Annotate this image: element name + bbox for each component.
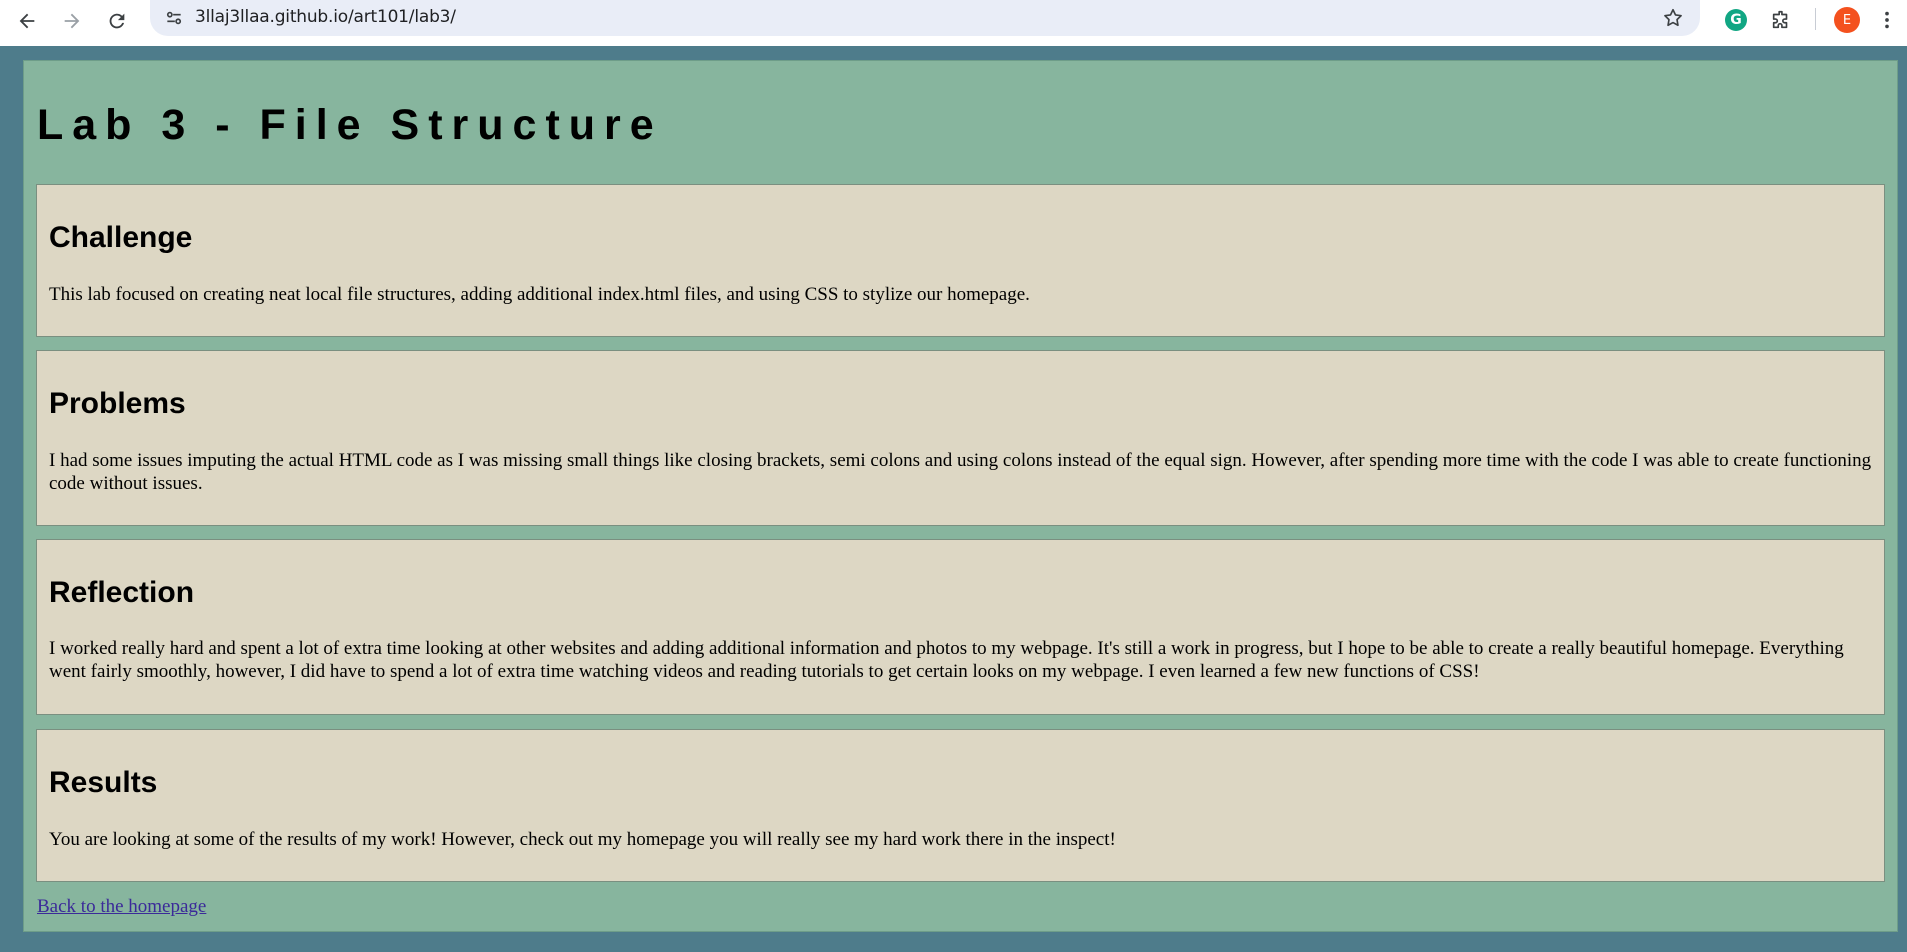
bookmark-star-icon[interactable] (1660, 5, 1686, 31)
browser-menu-button[interactable] (1875, 5, 1899, 35)
kebab-menu-icon (1885, 11, 1889, 29)
site-info-icon[interactable] (162, 6, 186, 30)
avatar: E (1834, 7, 1860, 33)
section-heading: Problems (49, 387, 186, 420)
address-bar[interactable]: 3llaj3llaa.github.io/art101/lab3/ (150, 0, 1700, 36)
reload-icon (109, 13, 125, 29)
main-container: Lab 3 - File Structure Challenge This la… (23, 60, 1898, 932)
section-text: You are looking at some of the results o… (49, 829, 1116, 850)
page-viewport: Lab 3 - File Structure Challenge This la… (0, 46, 1907, 952)
url-text[interactable]: 3llaj3llaa.github.io/art101/lab3/ (195, 7, 456, 27)
back-button[interactable] (10, 4, 44, 38)
section-heading: Reflection (49, 576, 195, 609)
forward-button[interactable] (55, 4, 89, 38)
section-text: I had some issues imputing the actual HT… (49, 450, 1872, 494)
section-problems: Problems I had some issues imputing the … (36, 350, 1885, 526)
toolbar-divider (1815, 8, 1816, 30)
puzzle-icon (1772, 10, 1788, 29)
page-title: Lab 3 - File Structure (37, 101, 663, 149)
profile-button[interactable]: E (1832, 5, 1862, 35)
extensions-button[interactable] (1766, 5, 1796, 35)
grammarly-extension-button[interactable]: G (1721, 5, 1751, 35)
section-text: I worked really hard and spent a lot of … (49, 638, 1844, 682)
reload-button[interactable] (100, 4, 134, 38)
section-text: This lab focused on creating neat local … (49, 284, 1030, 305)
section-challenge: Challenge This lab focused on creating n… (36, 184, 1885, 337)
grammarly-icon: G (1725, 9, 1747, 31)
arrow-left-icon (19, 13, 35, 29)
section-heading: Challenge (49, 221, 193, 254)
section-reflection: Reflection I worked really hard and spen… (36, 539, 1885, 715)
back-to-homepage-link[interactable]: Back to the homepage (37, 896, 206, 918)
section-heading: Results (49, 766, 158, 799)
arrow-right-icon (64, 13, 80, 29)
browser-toolbar: 3llaj3llaa.github.io/art101/lab3/ G E (0, 0, 1907, 46)
section-results: Results You are looking at some of the r… (36, 729, 1885, 882)
